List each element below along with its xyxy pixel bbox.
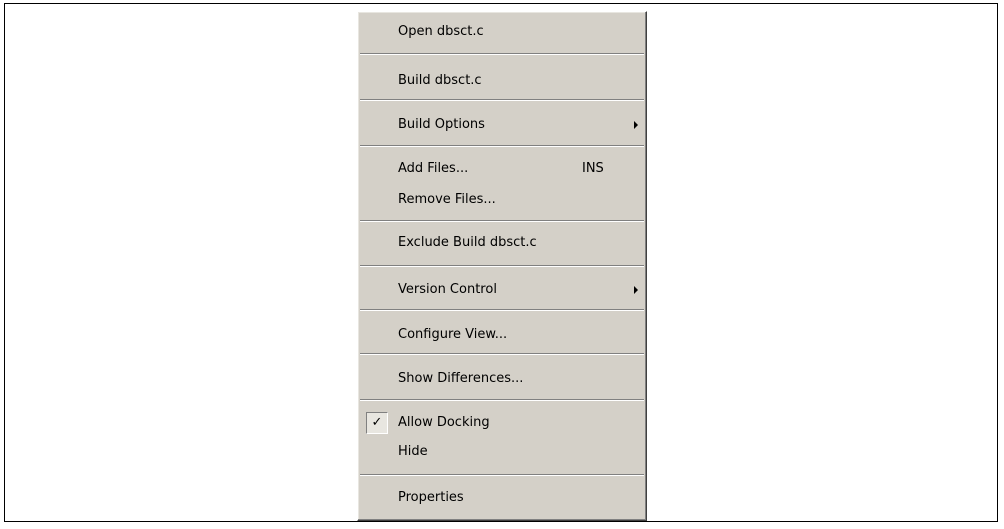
menu-item-open-file[interactable]: Open dbsct.c (360, 19, 644, 45)
menu-item-label: Allow Docking (398, 415, 490, 430)
menu-item-label: Version Control (398, 282, 497, 297)
menu-item-label: Remove Files... (398, 192, 496, 207)
menu-item-add-files[interactable]: Add Files... INS (360, 156, 644, 182)
menu-item-label: Exclude Build dbsct.c (398, 235, 537, 250)
menu-separator (360, 309, 644, 311)
menu-separator (360, 99, 644, 101)
menu-item-label: Configure View... (398, 327, 508, 342)
menu-item-version-control[interactable]: Version Control (360, 277, 644, 303)
menu-separator (360, 145, 644, 147)
submenu-arrow-icon (634, 286, 638, 294)
menu-separator (360, 353, 644, 355)
context-menu: Open dbsct.c Build dbsct.c Build Options… (357, 11, 647, 521)
menu-separator (360, 220, 644, 222)
menu-item-label: Add Files... (398, 161, 469, 176)
menu-separator (360, 53, 644, 55)
menu-item-properties[interactable]: Properties (360, 485, 644, 511)
menu-item-label: Hide (398, 444, 428, 459)
menu-separator (360, 474, 644, 476)
menu-item-build-options[interactable]: Build Options (360, 112, 644, 138)
menu-item-build-file[interactable]: Build dbsct.c (360, 68, 644, 94)
menu-item-label: Build Options (398, 117, 485, 132)
menu-item-label: Build dbsct.c (398, 73, 482, 88)
menu-item-label: Properties (398, 490, 464, 505)
menu-item-allow-docking[interactable]: ✓ Allow Docking (360, 410, 644, 436)
menu-item-label: Open dbsct.c (398, 24, 484, 39)
menu-item-remove-files[interactable]: Remove Files... (360, 187, 644, 213)
submenu-arrow-icon (634, 121, 638, 129)
menu-item-configure-view[interactable]: Configure View... (360, 322, 644, 348)
menu-item-shortcut: INS (582, 161, 604, 176)
menu-item-exclude-build[interactable]: Exclude Build dbsct.c (360, 230, 644, 256)
menu-item-show-differences[interactable]: Show Differences... (360, 366, 644, 392)
menu-separator (360, 399, 644, 401)
menu-item-hide[interactable]: Hide (360, 439, 644, 465)
menu-item-label: Show Differences... (398, 371, 524, 386)
checkmark-icon: ✓ (366, 412, 388, 434)
menu-separator (360, 265, 644, 267)
